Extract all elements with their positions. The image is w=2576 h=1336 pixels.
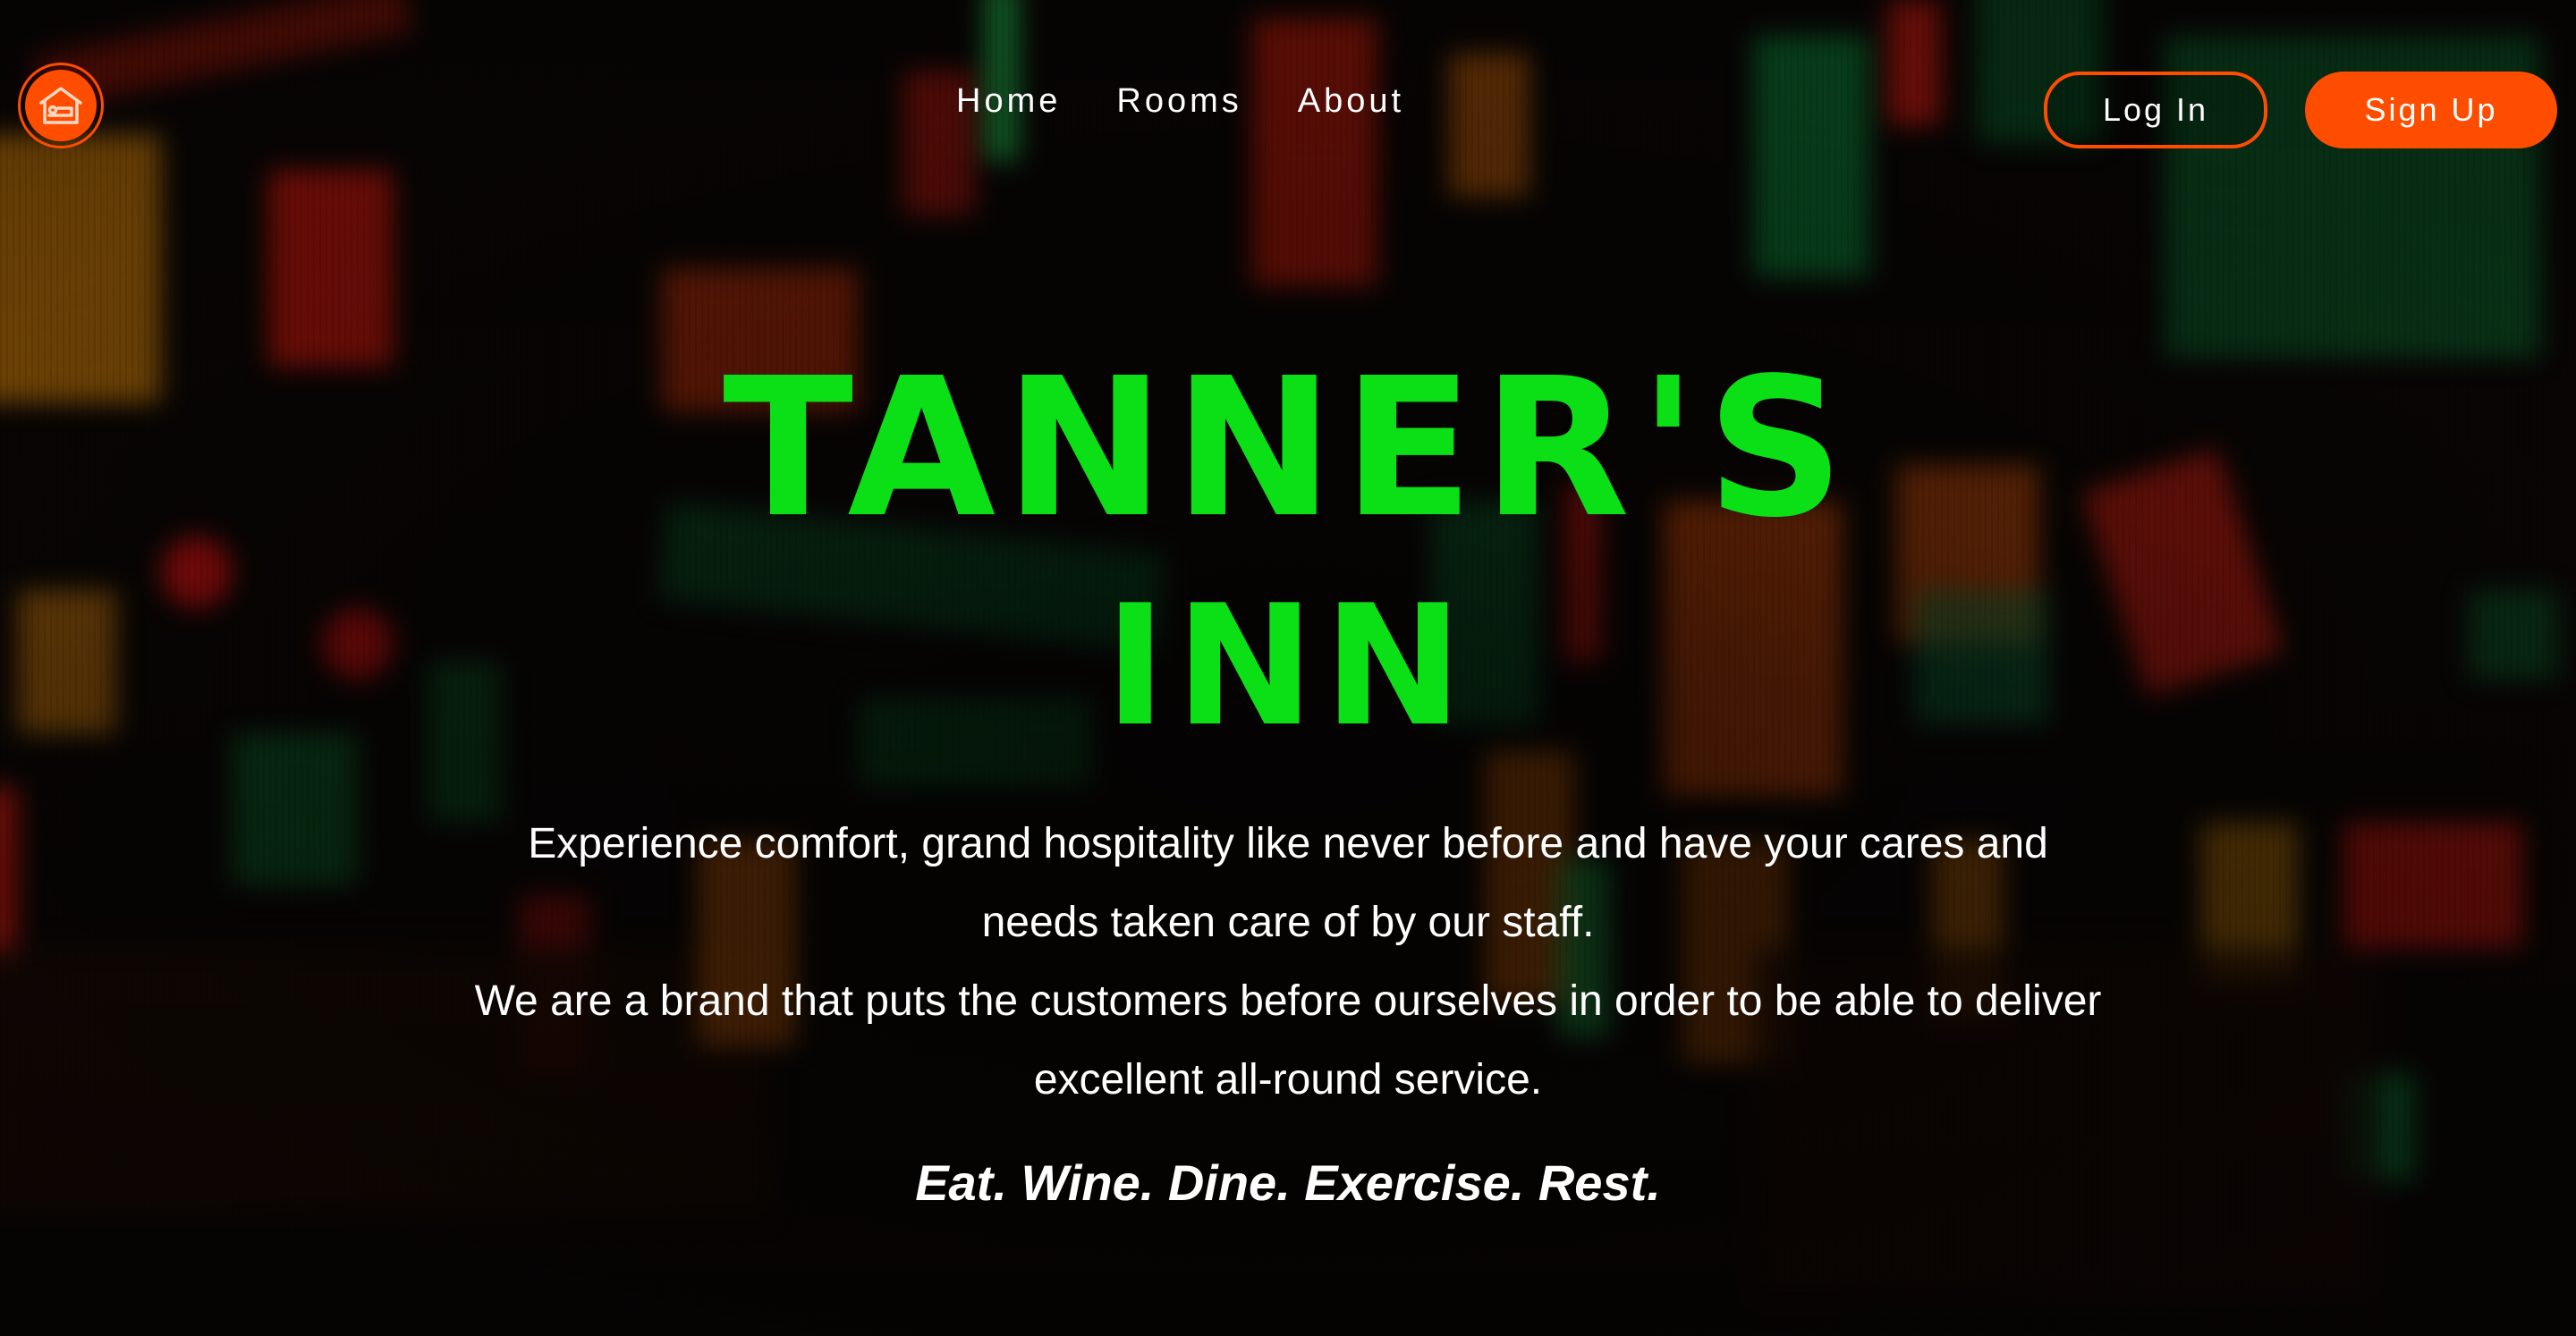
nav-home[interactable]: Home <box>956 82 1061 121</box>
logo-button[interactable] <box>18 63 104 148</box>
hero-description-2: We are a brand that puts the customers b… <box>474 977 2102 1103</box>
hero-title-line-2: INN <box>1104 569 1472 763</box>
signup-button[interactable]: Sign Up <box>2305 72 2557 148</box>
nav-rooms[interactable]: Rooms <box>1116 82 1241 121</box>
nav-about[interactable]: About <box>1298 82 1404 121</box>
hero-title-line-1: TANNER'S <box>723 337 1853 560</box>
main-nav: Home Rooms About <box>956 82 1404 121</box>
hotel-bed-icon <box>25 70 97 141</box>
login-button[interactable]: Log In <box>2044 72 2267 148</box>
hero-section: Home Rooms About Log In Sign Up TANNER'S… <box>0 0 2576 1336</box>
hero-description-1: Experience comfort, grand hospitality li… <box>528 820 2048 946</box>
hero-tagline: Eat. Wine. Dine. Exercise. Rest. <box>915 1154 1661 1211</box>
